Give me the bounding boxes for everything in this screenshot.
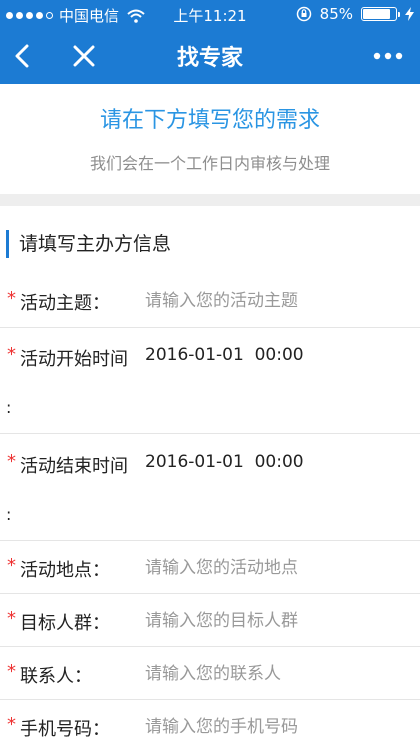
status-right: 85%: [296, 5, 414, 23]
intro-title: 请在下方填写您的需求: [99, 108, 320, 133]
end-time-value[interactable]: 2016-01-01 00:00: [145, 452, 304, 472]
section-divider: [0, 194, 420, 206]
more-horizontal-icon: [373, 52, 403, 60]
field-row-contact: * 联系人：: [0, 647, 420, 700]
more-button[interactable]: [370, 38, 406, 74]
field-label-colon: :: [6, 398, 12, 417]
field-row-phone: * 手机号码：: [0, 700, 420, 752]
page-title: 找专家: [176, 46, 243, 71]
field-label-audience: 目标人群：: [20, 613, 110, 634]
field-label-contact: 联系人：: [20, 666, 92, 687]
battery-tip: [398, 12, 400, 17]
required-mark: *: [7, 555, 16, 576]
field-row-location: * 活动地点：: [0, 541, 420, 594]
theme-input[interactable]: [145, 289, 405, 313]
contact-input[interactable]: [145, 662, 405, 686]
field-row-theme: * 活动主题：: [0, 272, 420, 328]
section-title: 请填写主办方信息: [6, 230, 171, 258]
field-label-start-time: 活动开始时间: [20, 349, 128, 370]
start-time-value[interactable]: 2016-01-01 00:00: [145, 345, 304, 365]
status-bar: 中国电信 上午11:21 85%: [0, 0, 420, 28]
location-input[interactable]: [145, 556, 405, 580]
required-mark: *: [7, 451, 16, 472]
required-mark: *: [7, 608, 16, 629]
battery-fill: [363, 9, 390, 19]
required-mark: *: [7, 344, 16, 365]
field-label-end-time: 活动结束时间: [20, 456, 128, 477]
field-row-audience: * 目标人群：: [0, 594, 420, 647]
phone-input[interactable]: [145, 715, 405, 739]
intro-banner: 请在下方填写您的需求 我们会在一个工作日内审核与处理: [0, 84, 420, 194]
required-mark: *: [7, 714, 16, 735]
field-label-phone: 手机号码：: [20, 719, 110, 740]
battery-percent: 85%: [319, 5, 353, 23]
rotation-lock-icon: [296, 6, 311, 22]
field-label-theme: 活动主题：: [20, 293, 110, 314]
audience-input[interactable]: [145, 609, 405, 633]
field-label-colon: :: [6, 505, 12, 524]
required-mark: *: [7, 288, 16, 309]
field-label-location: 活动地点：: [20, 560, 110, 581]
required-mark: *: [7, 661, 16, 682]
nav-bar: 找专家: [0, 28, 420, 84]
app-header: 中国电信 上午11:21 85% 找专家: [0, 0, 420, 84]
charging-bolt-icon: [405, 7, 414, 21]
intro-subtitle: 我们会在一个工作日内审核与处理: [89, 154, 330, 173]
field-row-end-time[interactable]: * 活动结束时间 2016-01-01 00:00 :: [0, 434, 420, 541]
battery-icon: [361, 7, 400, 21]
field-row-start-time[interactable]: * 活动开始时间 2016-01-01 00:00 :: [0, 328, 420, 434]
